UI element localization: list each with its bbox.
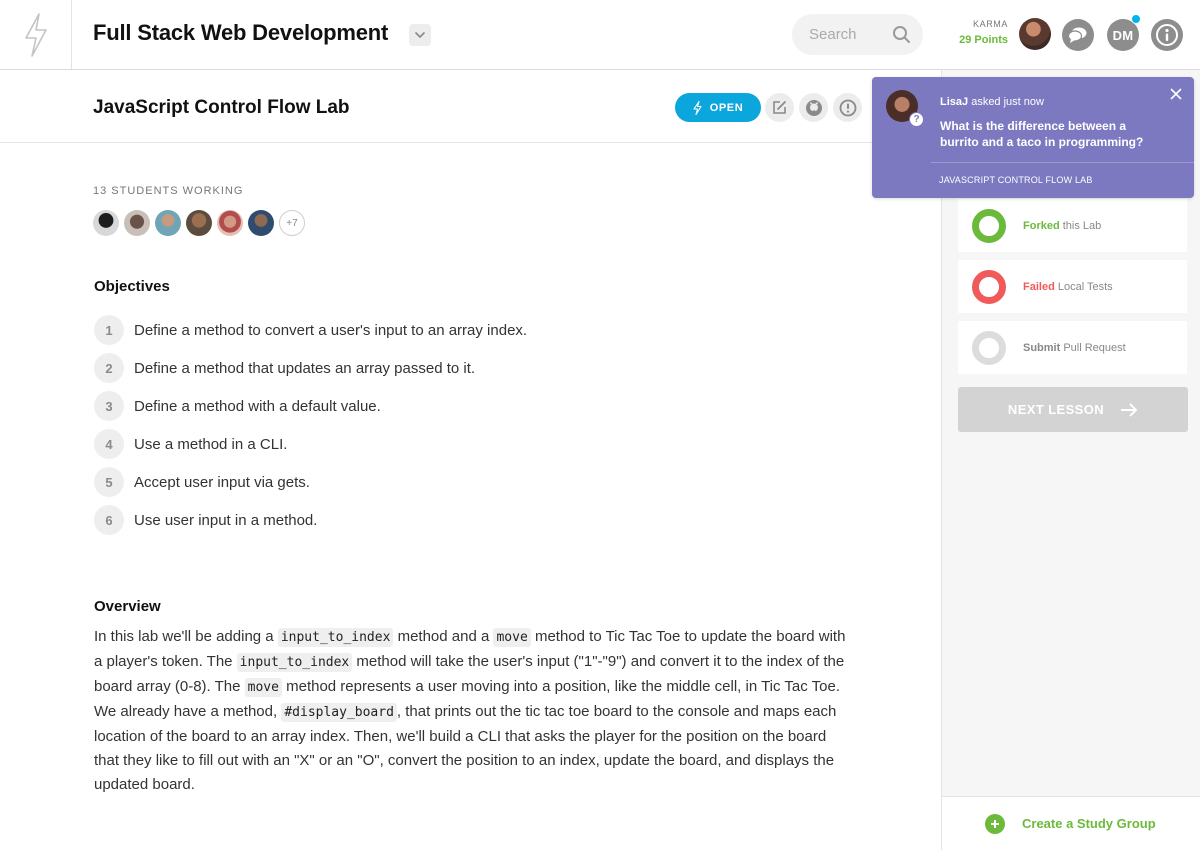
info-icon — [1156, 24, 1178, 46]
overview-text-segment: method and a — [393, 628, 494, 645]
objectives-title: Objectives — [94, 278, 170, 295]
student-avatar[interactable] — [186, 210, 212, 236]
progress-status: Submit — [1023, 341, 1061, 354]
logo[interactable] — [0, 0, 72, 69]
chevron-down-icon — [414, 31, 426, 39]
objective-item: 2 Define a method that updates an array … — [94, 349, 527, 387]
objective-item: 6 Use user input in a method. — [94, 501, 527, 539]
notification-message: What is the difference between a burrito… — [940, 119, 1144, 149]
progress-failed-tests[interactable]: Failed Local Tests — [958, 260, 1187, 313]
open-button-label: OPEN — [709, 101, 744, 114]
objective-item: 4 Use a method in a CLI. — [94, 425, 527, 463]
status-ring-icon — [972, 208, 1006, 243]
progress-text: Forked this Lab — [1023, 220, 1101, 232]
report-issue-button[interactable] — [833, 93, 862, 122]
lightning-icon — [693, 100, 702, 115]
inline-code: input_to_index — [236, 653, 353, 672]
chat-bubbles-icon — [1068, 27, 1087, 43]
objective-number: 5 — [94, 467, 124, 497]
lightning-logo-icon — [24, 12, 47, 57]
progress-submit-pr[interactable]: Submit Pull Request — [958, 321, 1187, 374]
lesson-title: JavaScript Control Flow Lab — [93, 97, 350, 118]
lesson-header: JavaScript Control Flow Lab OPEN — [0, 70, 941, 143]
inline-code: move — [493, 628, 531, 647]
info-button[interactable] — [1151, 19, 1183, 51]
alert-icon — [839, 99, 856, 116]
objective-item: 5 Accept user input via gets. — [94, 463, 527, 501]
next-lesson-label: NEXT LESSON — [1007, 402, 1105, 417]
objective-text: Use a method in a CLI. — [134, 435, 288, 453]
inline-code: #display_board — [281, 703, 397, 722]
close-icon[interactable] — [1170, 88, 1182, 100]
student-avatar[interactable] — [93, 210, 119, 236]
progress-status: Forked — [1023, 219, 1060, 232]
objective-number: 6 — [94, 505, 124, 535]
objective-text: Use user input in a method. — [134, 511, 318, 529]
progress-label: Pull Request — [1060, 341, 1126, 354]
question-notification[interactable]: ? LisaJ asked just now What is the diffe… — [872, 77, 1194, 198]
notification-dot — [1131, 14, 1141, 24]
objective-text: Define a method with a default value. — [134, 397, 381, 415]
student-avatar[interactable] — [248, 210, 274, 236]
edit-button[interactable] — [765, 93, 794, 122]
objective-text: Define a method that updates an array pa… — [134, 359, 476, 377]
top-bar: Full Stack Web Development KARMA 29 Poin… — [0, 0, 1200, 70]
inline-code: move — [244, 678, 282, 697]
status-ring-icon — [972, 269, 1006, 304]
objective-number: 2 — [94, 353, 124, 383]
study-group-label: Create a Study Group — [1022, 816, 1156, 831]
course-title[interactable]: Full Stack Web Development — [93, 20, 388, 46]
progress-label: Local Tests — [1054, 280, 1113, 293]
overview-paragraph: In this lab we'll be adding a input_to_i… — [94, 625, 854, 797]
objective-item: 3 Define a method with a default value. — [94, 387, 527, 425]
create-study-group-button[interactable]: Create a Study Group — [942, 796, 1200, 850]
progress-label: this Lab — [1059, 219, 1102, 232]
search-input[interactable] — [792, 14, 892, 55]
progress-forked[interactable]: Forked this Lab — [958, 199, 1187, 252]
progress-status: Failed — [1023, 280, 1055, 293]
arrow-right-icon — [1121, 402, 1138, 417]
objective-number: 3 — [94, 391, 124, 421]
search-icon[interactable] — [892, 25, 911, 44]
objectives-list: 1 Define a method to convert a user's in… — [94, 311, 527, 539]
karma-label: KARMA — [972, 19, 1008, 29]
notification-lesson: JAVASCRIPT CONTROL FLOW LAB — [939, 175, 1093, 185]
notification-divider — [931, 162, 1194, 163]
search-box[interactable] — [792, 14, 923, 55]
progress-text: Failed Local Tests — [1023, 281, 1113, 293]
objective-item: 1 Define a method to convert a user's in… — [94, 311, 527, 349]
objective-number: 1 — [94, 315, 124, 345]
edit-icon — [773, 101, 786, 114]
question-badge-icon: ? — [909, 112, 924, 127]
students-working-label: 13 STUDENTS WORKING — [93, 185, 244, 197]
notification-meta: LisaJ asked just now — [940, 96, 1044, 108]
objective-text: Accept user input via gets. — [134, 473, 310, 491]
student-avatar[interactable] — [124, 210, 150, 236]
student-avatar[interactable] — [155, 210, 181, 236]
chat-button[interactable] — [1062, 19, 1094, 51]
objective-number: 4 — [94, 429, 124, 459]
objective-text: Define a method to convert a user's inpu… — [134, 321, 528, 339]
notification-time: asked just now — [968, 96, 1044, 108]
overview-title: Overview — [94, 598, 161, 615]
notification-user: LisaJ — [940, 96, 969, 108]
karma-points: 29 Points — [959, 34, 1008, 46]
status-ring-icon — [972, 330, 1006, 365]
github-button[interactable] — [799, 93, 828, 122]
github-icon — [805, 99, 822, 116]
next-lesson-button[interactable]: NEXT LESSON — [958, 387, 1188, 432]
progress-text: Submit Pull Request — [1023, 342, 1126, 354]
open-button[interactable]: OPEN — [675, 93, 761, 122]
user-avatar[interactable] — [1019, 18, 1051, 50]
student-avatars: +7 — [93, 210, 305, 236]
plus-icon — [985, 813, 1005, 834]
course-dropdown-button[interactable] — [409, 24, 431, 46]
student-avatar[interactable] — [217, 210, 243, 236]
inline-code: input_to_index — [277, 628, 394, 647]
more-students-badge[interactable]: +7 — [279, 210, 305, 236]
karma[interactable]: KARMA 29 Points — [944, 19, 1008, 46]
overview-text-segment: In this lab we'll be adding a — [94, 628, 278, 645]
